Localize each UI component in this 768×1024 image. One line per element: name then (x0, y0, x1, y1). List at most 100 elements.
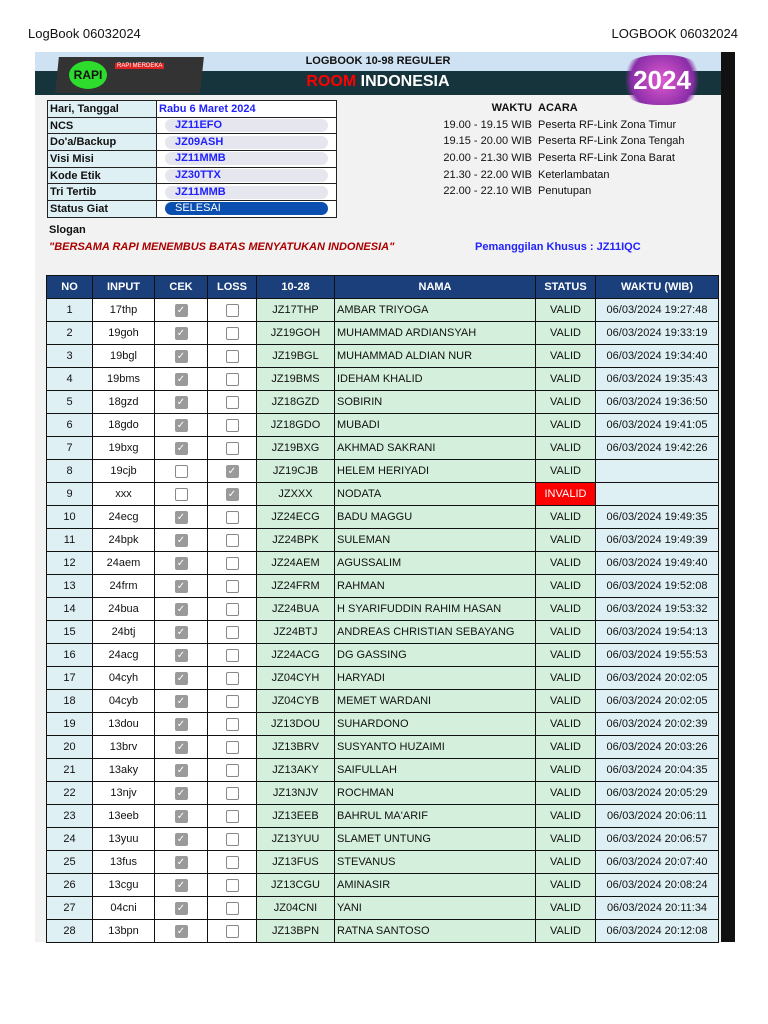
cek-checkbox[interactable]: ✓ (174, 533, 188, 547)
loss-checkbox[interactable] (225, 717, 239, 731)
row-no: 15 (46, 620, 93, 644)
row-no: 16 (46, 643, 93, 667)
loss-checkbox[interactable] (225, 832, 239, 846)
row-input[interactable]: 13dou (92, 712, 155, 736)
cek-checkbox[interactable]: ✓ (174, 510, 188, 524)
row-input[interactable]: 24bua (92, 597, 155, 621)
cek-checkbox[interactable]: ✓ (174, 602, 188, 616)
schedule-item: 21.30 - 22.00 WIB Keterlambatan (435, 167, 685, 184)
row-input[interactable]: 19goh (92, 321, 155, 345)
row-input[interactable]: 19bgl (92, 344, 155, 368)
row-input[interactable]: 24btj (92, 620, 155, 644)
loss-checkbox[interactable] (225, 395, 239, 409)
loss-checkbox[interactable] (225, 671, 239, 685)
row-input[interactable]: 13njv (92, 781, 155, 805)
loss-checkbox[interactable] (225, 579, 239, 593)
cek-checkbox[interactable]: ✓ (174, 372, 188, 386)
row-input[interactable]: 17thp (92, 298, 155, 322)
cek-checkbox[interactable]: ✓ (174, 901, 188, 915)
cek-checkbox[interactable]: ✓ (174, 924, 188, 938)
cek-checkbox[interactable]: ✓ (174, 763, 188, 777)
row-input[interactable]: 19bms (92, 367, 155, 391)
cek-checkbox[interactable]: ✓ (174, 395, 188, 409)
schedule-item: 20.00 - 21.30 WIB Peserta RF-Link Zona Ba… (435, 150, 685, 167)
row-input[interactable]: 13aky (92, 758, 155, 782)
loss-checkbox[interactable] (225, 556, 239, 570)
row-input[interactable]: 13bpn (92, 919, 155, 943)
row-input[interactable]: 13eeb (92, 804, 155, 828)
row-input[interactable]: 18gdo (92, 413, 155, 437)
cek-checkbox[interactable]: ✓ (174, 441, 188, 455)
row-input[interactable]: 13cgu (92, 873, 155, 897)
cek-checkbox[interactable]: ✓ (174, 349, 188, 363)
cek-checkbox[interactable]: ✓ (174, 878, 188, 892)
cek-checkbox[interactable]: ✓ (174, 648, 188, 662)
row-input[interactable]: 24frm (92, 574, 155, 598)
loss-checkbox[interactable] (225, 418, 239, 432)
cek-checkbox[interactable]: ✓ (174, 671, 188, 685)
cek-checkbox[interactable] (174, 487, 188, 501)
row-waktu: 06/03/2024 20:11:34 (595, 896, 719, 920)
cek-checkbox[interactable]: ✓ (174, 556, 188, 570)
loss-checkbox[interactable] (225, 372, 239, 386)
row-input[interactable]: 24acg (92, 643, 155, 667)
cek-checkbox[interactable]: ✓ (174, 832, 188, 846)
loss-checkbox[interactable] (225, 648, 239, 662)
loss-checkbox[interactable] (225, 901, 239, 915)
loss-checkbox[interactable] (225, 303, 239, 317)
loss-checkbox[interactable] (225, 441, 239, 455)
row-input[interactable]: 18gzd (92, 390, 155, 414)
cek-checkbox[interactable]: ✓ (174, 326, 188, 340)
cek-checkbox[interactable]: ✓ (174, 740, 188, 754)
row-input[interactable]: 13fus (92, 850, 155, 874)
cek-cell: ✓ (154, 712, 208, 736)
column-header: 10-28 (256, 275, 335, 299)
loss-checkbox[interactable] (225, 786, 239, 800)
cek-checkbox[interactable]: ✓ (174, 855, 188, 869)
loss-checkbox[interactable] (225, 326, 239, 340)
room-white: INDONESIA (360, 73, 450, 90)
loss-checkbox[interactable] (225, 349, 239, 363)
loss-checkbox[interactable] (225, 878, 239, 892)
loss-checkbox[interactable] (225, 924, 239, 938)
row-input[interactable]: 04cyb (92, 689, 155, 713)
row-status: VALID (535, 390, 596, 414)
loss-checkbox[interactable] (225, 740, 239, 754)
cek-checkbox[interactable]: ✓ (174, 786, 188, 800)
cek-checkbox[interactable]: ✓ (174, 579, 188, 593)
row-input[interactable]: 19bxg (92, 436, 155, 460)
row-status: VALID (535, 344, 596, 368)
row-input[interactable]: 24ecg (92, 505, 155, 529)
row-input[interactable]: 13brv (92, 735, 155, 759)
cek-checkbox[interactable]: ✓ (174, 625, 188, 639)
loss-checkbox[interactable] (225, 855, 239, 869)
row-input[interactable]: 13yuu (92, 827, 155, 851)
row-input[interactable]: xxx (92, 482, 155, 506)
row-nama: SULEMAN (334, 528, 536, 552)
cek-checkbox[interactable]: ✓ (174, 303, 188, 317)
row-input[interactable]: 24aem (92, 551, 155, 575)
loss-checkbox[interactable] (225, 533, 239, 547)
loss-checkbox[interactable] (225, 602, 239, 616)
cek-checkbox[interactable]: ✓ (174, 694, 188, 708)
cek-checkbox[interactable]: ✓ (174, 418, 188, 432)
row-input[interactable]: 04cni (92, 896, 155, 920)
loss-checkbox[interactable]: ✓ (225, 487, 239, 501)
loss-checkbox[interactable] (225, 510, 239, 524)
cek-checkbox[interactable] (174, 464, 188, 478)
row-input[interactable]: 04cyh (92, 666, 155, 690)
loss-checkbox[interactable]: ✓ (225, 464, 239, 478)
row-callsign: JZ13CGU (256, 873, 335, 897)
loss-checkbox[interactable] (225, 694, 239, 708)
loss-cell (207, 344, 257, 368)
loss-checkbox[interactable] (225, 625, 239, 639)
loss-checkbox[interactable] (225, 809, 239, 823)
cek-checkbox[interactable]: ✓ (174, 809, 188, 823)
row-callsign: JZ13NJV (256, 781, 335, 805)
row-input[interactable]: 24bpk (92, 528, 155, 552)
loss-checkbox[interactable] (225, 763, 239, 777)
loss-cell (207, 804, 257, 828)
column-header: CEK (154, 275, 208, 299)
row-input[interactable]: 19cjb (92, 459, 155, 483)
cek-checkbox[interactable]: ✓ (174, 717, 188, 731)
